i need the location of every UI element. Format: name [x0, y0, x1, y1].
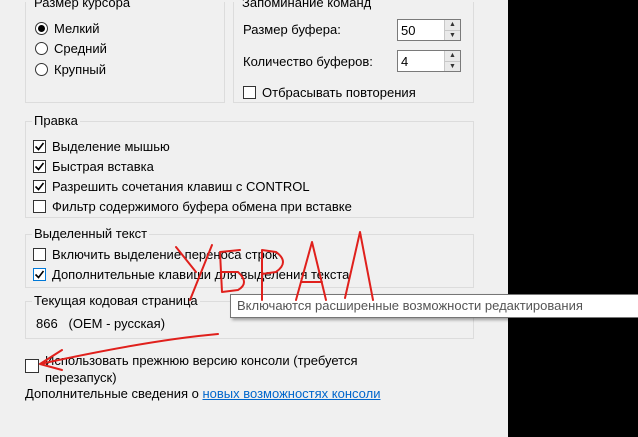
checkbox-line-wrap-select-label: Включить выделение переноса строк [52, 247, 278, 262]
buffer-size-label: Размер буфера: [243, 22, 341, 37]
checkbox-quick-paste-indicator[interactable] [33, 160, 46, 173]
checkbox-quick-paste-label: Быстрая вставка [52, 159, 154, 174]
checkbox-line-wrap-select[interactable]: Включить выделение переноса строк [33, 247, 278, 262]
radio-large-label: Крупный [54, 62, 106, 77]
legacy-console-label-line1: Использовать прежнюю версию консоли (тре… [45, 353, 358, 368]
checkbox-ctrl-shortcuts-indicator[interactable] [33, 180, 46, 193]
radio-small-label: Мелкий [54, 21, 100, 36]
checkbox-extended-keys-indicator[interactable] [33, 268, 46, 281]
checkbox-mouse-select-label: Выделение мышью [52, 139, 170, 154]
checkmark-icon [34, 182, 45, 191]
checkbox-quick-paste[interactable]: Быстрая вставка [33, 159, 154, 174]
checkmark-icon [34, 162, 45, 171]
buffer-size-up-icon[interactable]: ▲ [445, 20, 460, 31]
discard-duplicates-label: Отбрасывать повторения [262, 85, 416, 100]
background-black-area [508, 0, 638, 437]
checkbox-paste-filter-label: Фильтр содержимого буфера обмена при вст… [52, 199, 352, 214]
checkbox-ctrl-shortcuts-label: Разрешить сочетания клавиш с CONTROL [52, 179, 310, 194]
buffer-count-label: Количество буферов: [243, 54, 373, 69]
buffer-size-down-icon[interactable]: ▼ [445, 30, 460, 40]
checkbox-extended-keys[interactable]: Дополнительные клавиши для выделения тек… [33, 267, 349, 282]
more-info-prefix: Дополнительные сведения о [25, 386, 203, 401]
buffer-count-input[interactable] [398, 51, 444, 71]
discard-duplicates-indicator[interactable] [243, 86, 256, 99]
legacy-console-indicator[interactable] [25, 359, 39, 373]
radio-large-indicator[interactable] [35, 63, 48, 76]
radio-medium[interactable]: Средний [35, 41, 107, 56]
checkbox-ctrl-shortcuts[interactable]: Разрешить сочетания клавиш с CONTROL [33, 179, 310, 194]
radio-small-indicator[interactable] [35, 22, 48, 35]
radio-medium-indicator[interactable] [35, 42, 48, 55]
checkmark-icon [34, 270, 45, 279]
buffer-size-input[interactable] [398, 20, 444, 40]
checkbox-mouse-select[interactable]: Выделение мышью [33, 139, 170, 154]
checkbox-paste-filter-indicator[interactable] [33, 200, 46, 213]
legacy-console-checkbox[interactable] [25, 359, 45, 373]
more-info: Дополнительные сведения о новых возможно… [25, 386, 380, 401]
buffer-count-stepper[interactable]: ▲ ▼ [397, 50, 461, 72]
legacy-console-label: Использовать прежнюю версию консоли (тре… [45, 352, 358, 386]
new-features-link[interactable]: новых возможностях консоли [202, 386, 380, 401]
radio-medium-label: Средний [54, 41, 107, 56]
console-properties-dialog: Размер курсора Мелкий Средний Крупный За… [0, 0, 508, 437]
checkmark-icon [34, 142, 45, 151]
checkbox-line-wrap-select-indicator[interactable] [33, 248, 46, 261]
command-history-legend: Запоминание команд [240, 0, 374, 11]
codepage-legend: Текущая кодовая страница [32, 293, 200, 309]
tooltip-text: Включаются расширенные возможности редак… [237, 298, 583, 313]
buffer-count-down-icon[interactable]: ▼ [445, 61, 460, 71]
legacy-console-label-line2: перезапуск) [45, 370, 117, 385]
checkbox-extended-keys-label: Дополнительные клавиши для выделения тек… [52, 267, 350, 282]
radio-small[interactable]: Мелкий [35, 21, 100, 36]
codepage-value: 866 (OEM - русская) [36, 316, 166, 331]
checkbox-paste-filter[interactable]: Фильтр содержимого буфера обмена при вст… [33, 199, 352, 214]
checkbox-mouse-select-indicator[interactable] [33, 140, 46, 153]
discard-duplicates-checkbox[interactable]: Отбрасывать повторения [243, 85, 416, 100]
selected-text-legend: Выделенный текст [32, 226, 150, 242]
tooltip: Включаются расширенные возможности редак… [230, 294, 638, 318]
edit-legend: Правка [32, 113, 80, 129]
buffer-size-stepper[interactable]: ▲ ▼ [397, 19, 461, 41]
radio-large[interactable]: Крупный [35, 62, 106, 77]
cursor-size-legend: Размер курсора [32, 0, 133, 11]
buffer-count-up-icon[interactable]: ▲ [445, 51, 460, 62]
